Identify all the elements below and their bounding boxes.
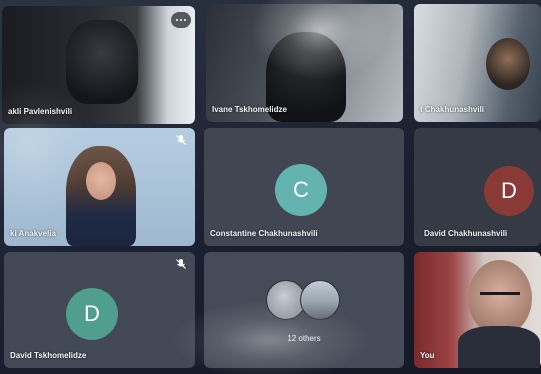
participant-name: David Tskhomelidze [10, 351, 87, 360]
microphone-off-icon [176, 259, 186, 269]
microphone-off-icon [176, 135, 186, 145]
others-tile[interactable]: 12 others [204, 252, 404, 368]
participant-video [66, 20, 138, 104]
more-options-icon[interactable] [171, 12, 191, 28]
participant-tile-david-chakhunashvili[interactable]: D David Chakhunashvili [414, 128, 541, 246]
participant-tile-david-tskhomelidze[interactable]: D David Tskhomelidze [4, 252, 195, 368]
participant-name: You [420, 351, 435, 360]
video-call-grid: akli Pavlenishvili Ivane Tskhomelidze t … [0, 0, 541, 374]
others-count: 12 others [287, 334, 321, 343]
avatar: D [484, 166, 534, 216]
participant-tile-you[interactable]: You [414, 252, 541, 368]
others-avatar [300, 280, 340, 320]
participant-tile-t-chakhunashvili[interactable]: t Chakhunashvili [414, 4, 541, 122]
avatar: D [66, 288, 118, 340]
participant-face [86, 162, 116, 200]
participant-name: ki Anakvelia [10, 229, 56, 238]
participant-tile-akli-pavlenishvili[interactable]: akli Pavlenishvili [2, 6, 195, 124]
participant-tile-constantine-chakhunashvili[interactable]: C Constantine Chakhunashvili [204, 128, 404, 246]
avatar: C [275, 164, 327, 216]
participant-body [458, 326, 540, 368]
participant-name: t Chakhunashvili [420, 105, 485, 114]
participant-video [486, 38, 530, 90]
participant-name: Ivane Tskhomelidze [212, 105, 287, 114]
avatar-initial: D [84, 301, 100, 326]
participant-tile-ki-anakvelia[interactable]: ki Anakvelia [4, 128, 195, 246]
avatar-initial: D [501, 178, 517, 203]
participant-name: Constantine Chakhunashvili [210, 229, 318, 238]
participant-tile-ivane-tskhomelidze[interactable]: Ivane Tskhomelidze [206, 4, 403, 122]
avatar-initial: C [293, 177, 309, 202]
participant-name: akli Pavlenishvili [8, 107, 73, 116]
glasses-icon [480, 292, 520, 303]
participant-name: David Chakhunashvili [424, 229, 508, 238]
